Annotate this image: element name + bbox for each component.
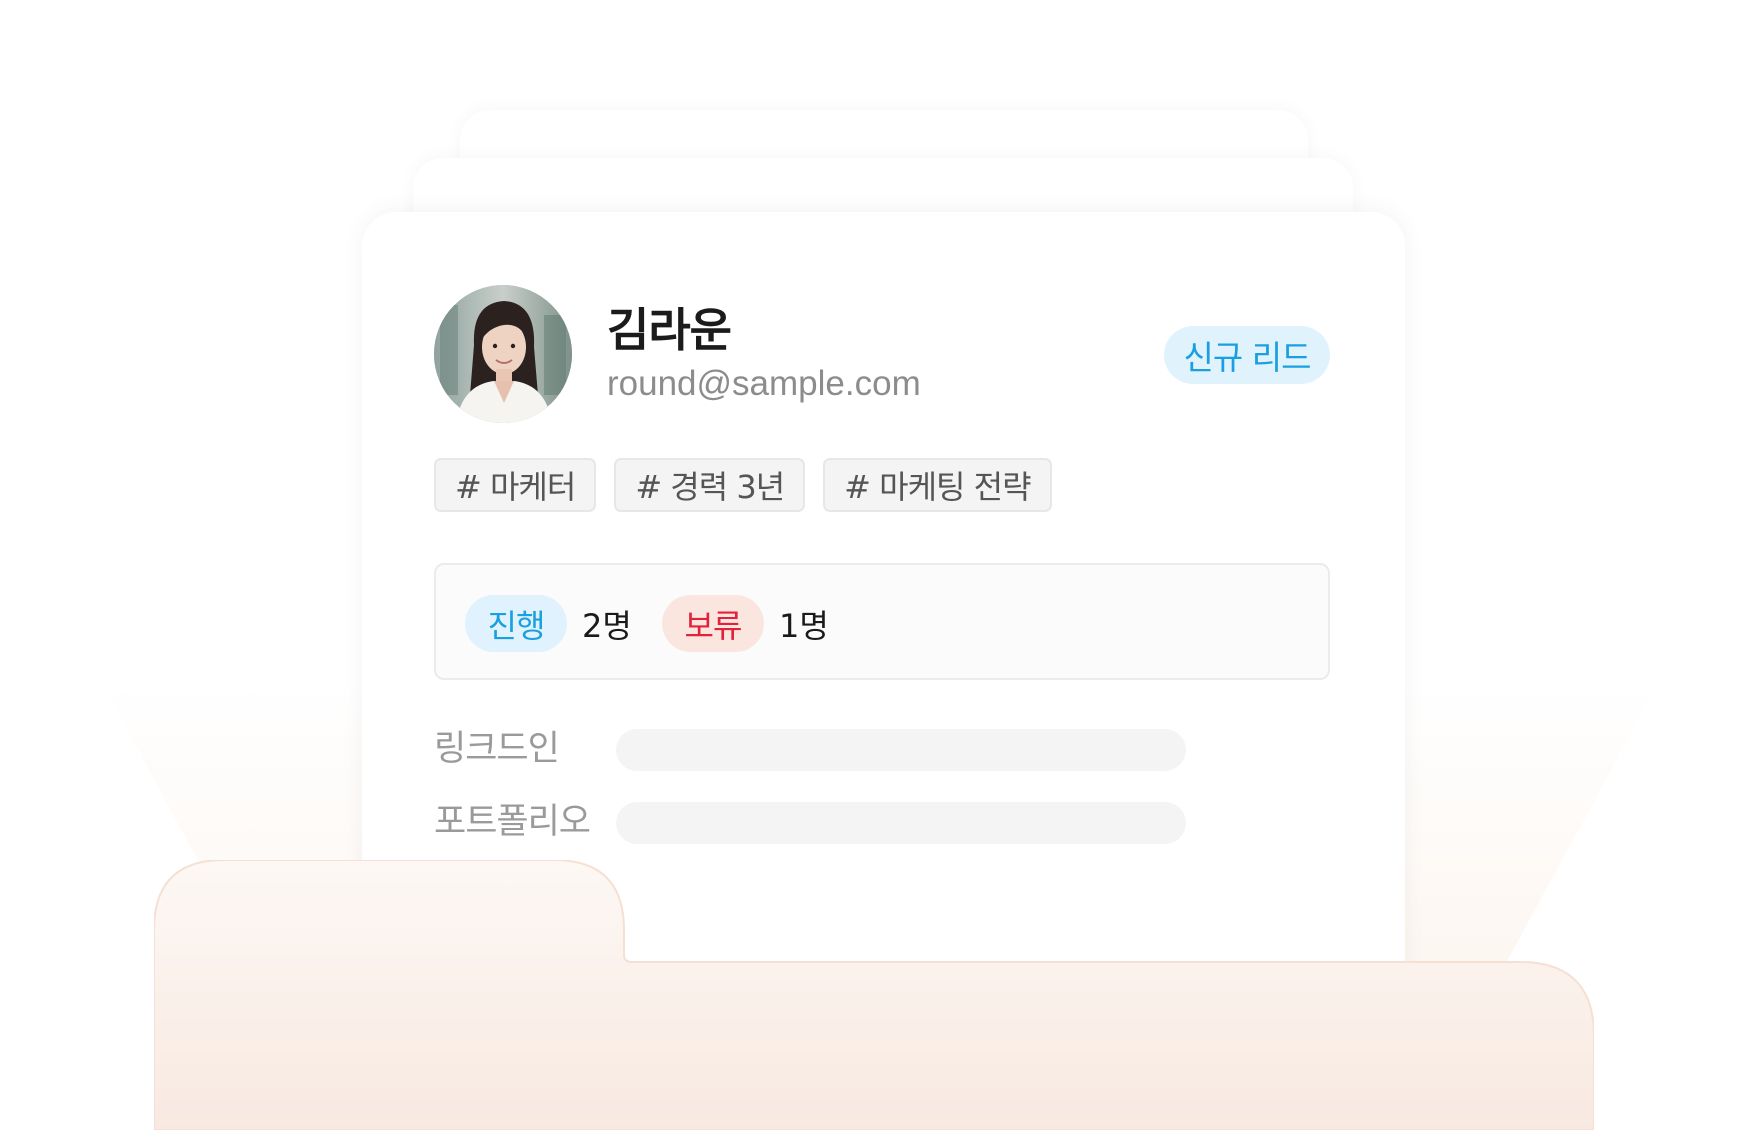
avatar	[434, 285, 572, 423]
tag-item: # 마케팅 전략	[823, 458, 1052, 512]
linkedin-field[interactable]	[616, 729, 1186, 771]
tag-item: # 마케터	[434, 458, 597, 512]
status-badge: 신규 리드	[1164, 326, 1330, 384]
hold-count: 1명	[779, 606, 829, 645]
stage: 김라운 round@sample.com 신규 리드 # 마케터 # 경력 3년…	[0, 0, 1752, 1130]
progress-count: 2명	[582, 606, 632, 645]
progress-pill: 진행	[465, 595, 567, 652]
status-summary: 진행 2명 보류 1명	[434, 563, 1330, 680]
lead-email: round@sample.com	[607, 364, 921, 403]
hold-pill: 보류	[662, 595, 764, 652]
tag-list: # 마케터 # 경력 3년 # 마케팅 전략	[434, 458, 1052, 512]
linkedin-label: 링크드인	[434, 729, 560, 769]
folder-front	[154, 860, 1594, 1130]
portfolio-label: 포트폴리오	[434, 802, 591, 842]
lead-name: 김라운	[607, 303, 732, 357]
person-photo-icon	[434, 285, 572, 423]
tag-item: # 경력 3년	[614, 458, 806, 512]
portfolio-field[interactable]	[616, 802, 1186, 844]
